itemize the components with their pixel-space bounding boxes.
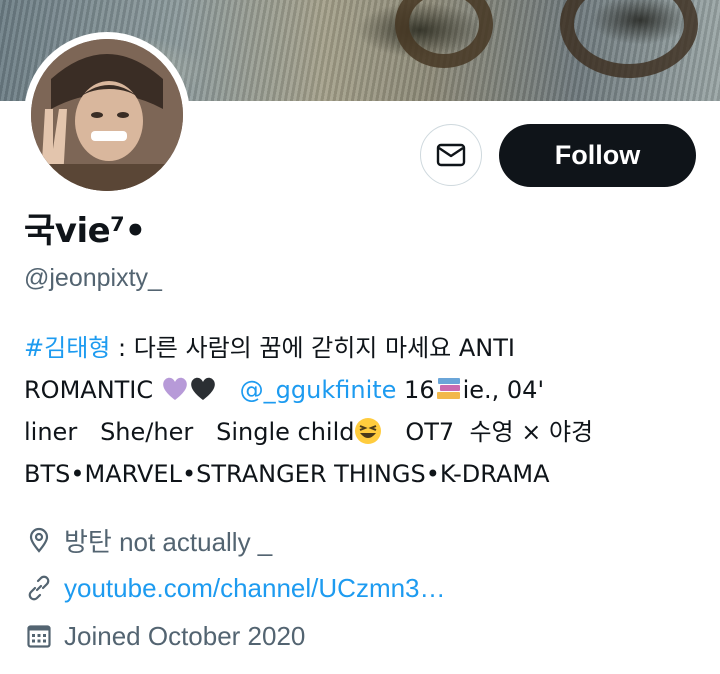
bio-line-1: #김태형 : 다른 사람의 꿈에 갇히지 마세요 ANTI (24, 327, 704, 369)
message-button[interactable] (420, 124, 482, 186)
books-icon (436, 378, 460, 399)
bio-text: ie., 04' (462, 376, 545, 404)
bio-text: 16 (396, 376, 435, 404)
bio-text: liner She/her Single child (24, 418, 355, 446)
purple-heart-icon (162, 377, 187, 400)
joined-text: Joined October 2020 (64, 620, 306, 651)
grinning-squinting-face-icon (355, 418, 382, 444)
link-icon (24, 573, 54, 603)
avatar[interactable] (31, 39, 183, 191)
location-text: 방탄 not actually _ (64, 526, 273, 557)
bio-line-4: BTS•MARVEL•STRANGER THINGS•K-DRAMA (24, 453, 704, 495)
calendar-icon (24, 621, 54, 651)
bio-text: : 다른 사람의 꿈에 갇히지 마세요 ANTI (110, 334, 515, 362)
bio: #김태형 : 다른 사람의 꿈에 갇히지 마세요 ANTI ROMANTIC @… (24, 327, 704, 495)
hashtag-link[interactable]: #김태형 (24, 334, 110, 362)
bio-text: OT7 수영 × 야경 (382, 418, 594, 446)
bio-text: ROMANTIC (24, 376, 161, 404)
bio-line-3: liner She/her Single child OT7 수영 × 야경 (24, 411, 704, 453)
banner-chain-link (395, 0, 493, 68)
black-heart-icon (190, 377, 215, 400)
avatar-photo (31, 39, 183, 191)
mention-link[interactable]: @_ggukfinite (240, 376, 397, 404)
joined-row: Joined October 2020 (24, 618, 305, 654)
envelope-icon (436, 143, 466, 167)
bio-text: BTS•MARVEL•STRANGER THINGS•K-DRAMA (24, 460, 550, 488)
banner-chain-link (560, 0, 698, 78)
location-row: 방탄 not actually _ (24, 522, 272, 558)
website-link[interactable]: youtube.com/channel/UCzmn3… (64, 573, 446, 604)
handle: @jeonpixty_ (24, 264, 162, 292)
display-name: 국vie⁷• (24, 211, 146, 251)
follow-button[interactable]: Follow (499, 124, 696, 187)
bio-line-2: ROMANTIC @_ggukfinite 16 ie., 04' (24, 369, 704, 411)
location-pin-icon (24, 525, 54, 555)
website-row: youtube.com/channel/UCzmn3… (24, 570, 446, 606)
